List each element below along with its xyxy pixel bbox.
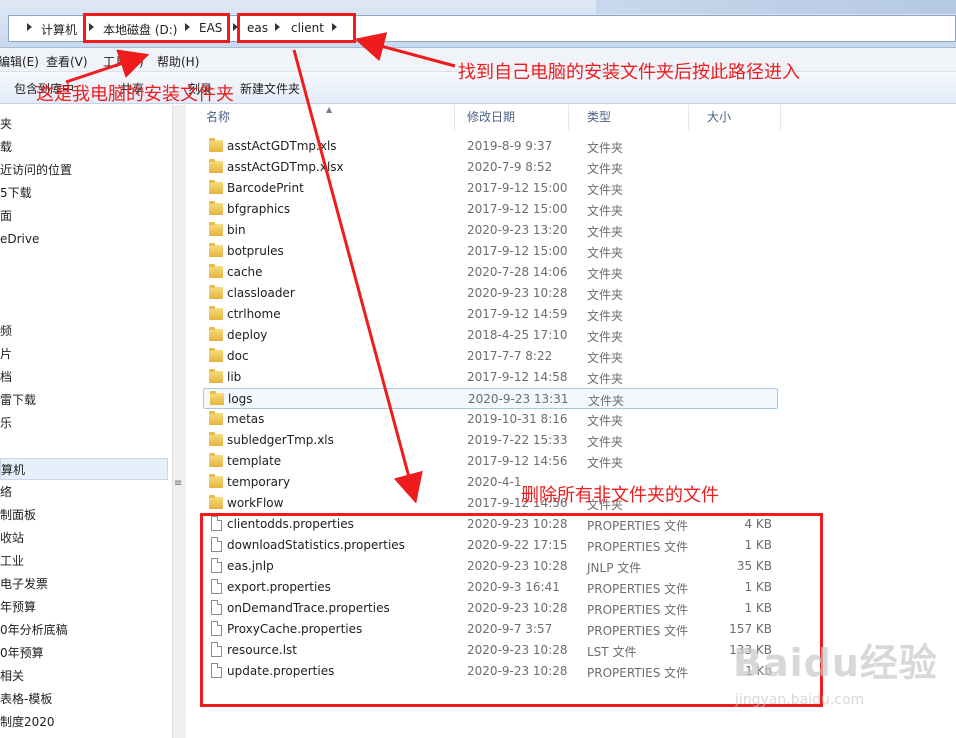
annotation-arrows xyxy=(65,32,456,504)
install-note-text: 这是我电脑的安装文件夹 xyxy=(36,84,234,105)
watermark: Baidu经验 jingyan.baidu.com xyxy=(733,632,953,732)
watermark-url: jingyan.baidu.com xyxy=(735,692,865,708)
baidu-jingyan-logo: Baidu经验 xyxy=(733,641,938,685)
path-note-text: 找到自己电脑的安装文件夹后按此路径进入 xyxy=(458,62,800,83)
arrow-to-install-folder xyxy=(65,49,150,84)
delete-note-text: 删除所有非文件夹的文件 xyxy=(521,485,719,506)
arrow-to-files xyxy=(292,49,423,504)
arrow-to-client xyxy=(354,32,456,68)
